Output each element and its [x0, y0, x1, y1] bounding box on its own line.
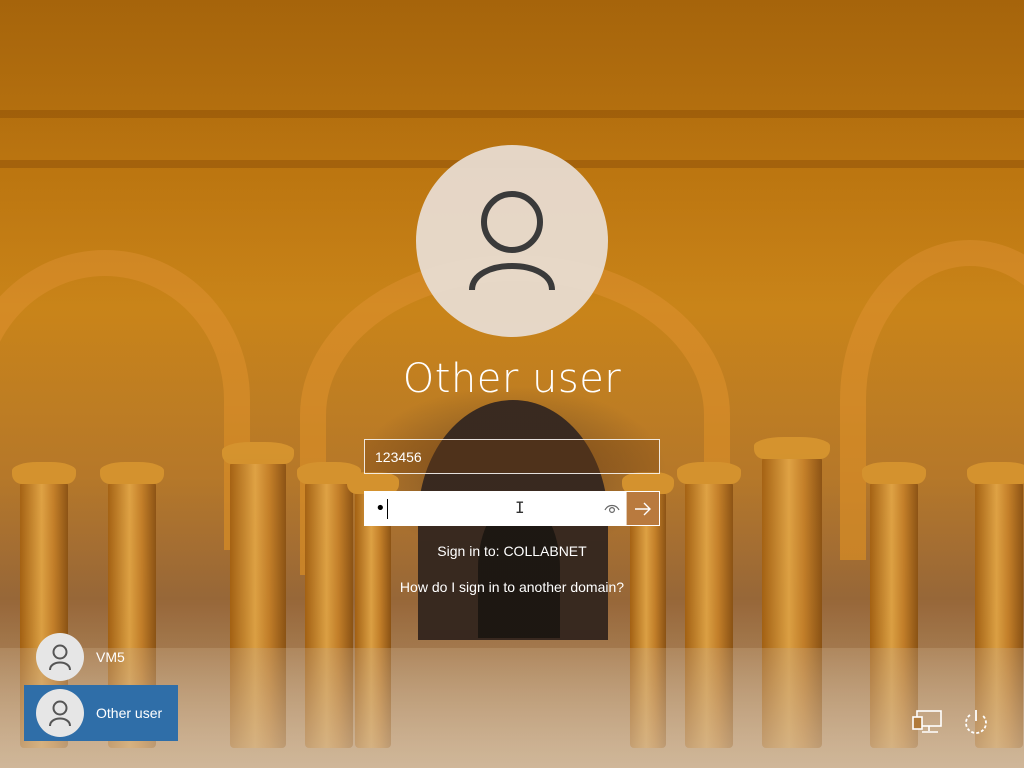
text-caret	[386, 498, 388, 519]
user-tile-other-user[interactable]: Other user	[24, 685, 178, 741]
person-icon	[49, 644, 71, 671]
password-input[interactable]: • I	[365, 492, 626, 525]
username-input[interactable]: 123456	[364, 439, 660, 474]
user-display-name: Other user	[402, 356, 622, 402]
user-avatar-small	[36, 689, 84, 737]
password-mask: •	[375, 497, 386, 519]
sign-in-domain-label: Sign in to: COLLABNET	[437, 543, 587, 559]
person-icon	[49, 700, 71, 727]
network-icon[interactable]	[912, 706, 944, 738]
arrow-right-icon	[635, 502, 651, 515]
text-cursor-icon: I	[515, 498, 525, 517]
other-domain-link[interactable]: How do I sign in to another domain?	[312, 579, 712, 595]
username-value: 123456	[375, 448, 422, 465]
user-tile-label: Other user	[96, 705, 163, 721]
user-avatar-small	[36, 633, 84, 681]
power-icon[interactable]	[960, 706, 992, 738]
person-icon	[469, 191, 555, 291]
submit-button[interactable]	[626, 492, 659, 525]
eye-icon[interactable]	[604, 502, 620, 516]
user-avatar-large	[416, 145, 608, 337]
user-tile-label: VM5	[96, 649, 125, 665]
user-tile-vm5[interactable]: VM5	[24, 629, 178, 685]
password-row: • I	[364, 491, 660, 526]
